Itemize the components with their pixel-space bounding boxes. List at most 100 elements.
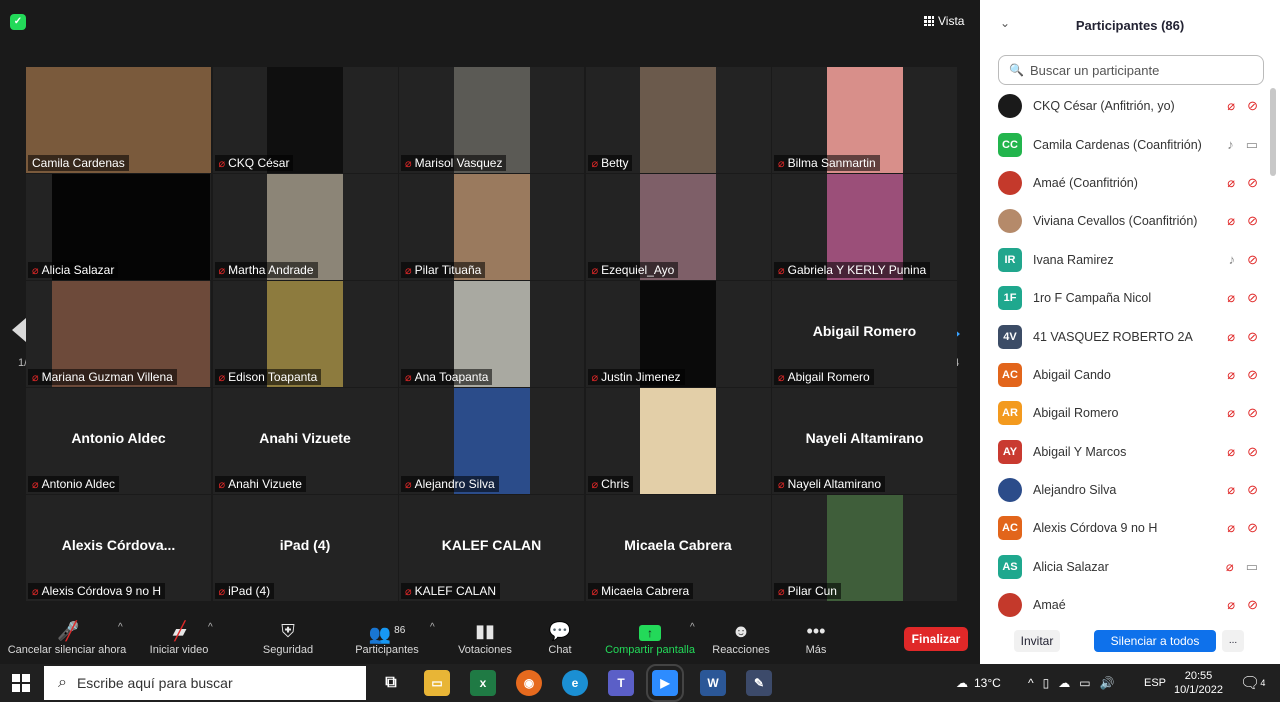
participant-row[interactable]: AS Alicia Salazar ⌀ ▭ xyxy=(980,548,1272,586)
video-tile[interactable]: Camila Cardenas xyxy=(26,67,211,173)
video-tile[interactable]: ⌀ Edison Toapanta xyxy=(212,281,398,387)
video-tile[interactable]: ⌀ Pilar Tituaña xyxy=(399,174,584,280)
volume-icon[interactable]: 🔊 xyxy=(1100,676,1115,690)
video-tile[interactable]: iPad (4) ⌀ iPad (4) xyxy=(212,495,398,601)
panel-more-button[interactable]: ... xyxy=(1222,630,1244,652)
video-tile[interactable]: ⌀ Justin Jimenez xyxy=(585,281,771,387)
participant-row[interactable]: Viviana Cevallos (Coanfitrión) ⌀ ⊘ xyxy=(980,202,1272,240)
encryption-shield-icon[interactable]: ✓ xyxy=(10,14,26,30)
network-icon[interactable]: ▭ xyxy=(1079,676,1090,690)
tile-name-text: Alicia Salazar xyxy=(41,263,115,277)
tile-name-label: Camila Cardenas xyxy=(28,155,129,171)
mic-muted-icon: ⌀ xyxy=(1227,98,1236,114)
tile-name-label: ⌀ KALEF CALAN xyxy=(401,583,500,599)
video-tile[interactable]: ⌀ Alejandro Silva xyxy=(399,388,584,494)
taskbar-search-input[interactable] xyxy=(76,675,347,691)
video-tile[interactable]: ⌀ Ezequiel_Ayo xyxy=(585,174,771,280)
start-video-button[interactable]: ▰╱ Iniciar video ^ xyxy=(144,618,214,656)
video-tile[interactable]: ⌀ Gabriela Y KERLY Punina xyxy=(772,174,957,280)
battery-icon[interactable]: ▯ xyxy=(1043,676,1050,690)
video-tile[interactable]: Abigail Romero ⌀ Abigail Romero xyxy=(772,281,957,387)
participant-search-field[interactable]: 🔍 xyxy=(998,55,1264,85)
video-tile[interactable]: Nayeli Altamirano ⌀ Nayeli Altamirano xyxy=(772,388,957,494)
previous-page-arrow-icon[interactable] xyxy=(12,318,26,342)
chevron-up-icon[interactable]: ^ xyxy=(1028,676,1034,690)
system-tray-icons[interactable]: ^ ▯ ☁ ▭ 🔊 xyxy=(1028,664,1115,702)
date: 10/1/2022 xyxy=(1174,684,1223,696)
end-meeting-button[interactable]: Finalizar xyxy=(904,627,968,651)
word-icon[interactable]: W xyxy=(700,670,726,696)
share-screen-button[interactable]: ↑ Compartir pantalla ^ xyxy=(600,618,700,656)
video-tile[interactable]: Micaela Cabrera ⌀ Micaela Cabrera xyxy=(585,495,771,601)
zoom-taskbar-icon[interactable]: ▶ xyxy=(646,664,684,702)
tile-name-text: Pilar Cun xyxy=(787,584,837,598)
excel-icon[interactable]: x xyxy=(470,670,496,696)
security-button[interactable]: ⛨ Seguridad xyxy=(258,618,318,656)
video-tile[interactable]: Alexis Córdova... ⌀ Alexis Córdova 9 no H xyxy=(26,495,211,601)
video-tile[interactable]: ⌀ Bilma Sanmartin xyxy=(772,67,957,173)
notifications-icon[interactable]: 🗨 4 xyxy=(1240,664,1265,702)
participant-row[interactable]: Amaé ⌀ ⊘ xyxy=(980,586,1272,617)
share-screen-label: Compartir pantalla xyxy=(605,644,695,656)
video-tile[interactable]: KALEF CALAN ⌀ KALEF CALAN xyxy=(399,495,584,601)
participant-row[interactable]: AC Alexis Córdova 9 no H ⌀ ⊘ xyxy=(980,509,1272,547)
chat-button[interactable]: 💬 Chat xyxy=(538,618,582,656)
invite-button[interactable]: Invitar xyxy=(1014,630,1060,652)
tile-display-name: Nayeli Altamirano xyxy=(805,430,924,446)
video-tile[interactable]: Antonio Aldec ⌀ Antonio Aldec xyxy=(26,388,211,494)
video-tile[interactable]: ⌀ Chris xyxy=(585,388,771,494)
onedrive-cloud-icon[interactable]: ☁ xyxy=(1058,676,1070,690)
edge-icon[interactable]: e xyxy=(562,670,588,696)
participants-label: Participantes xyxy=(355,644,419,656)
tile-name-label: ⌀ Justin Jimenez xyxy=(587,369,685,385)
participants-button[interactable]: 👥 86 Participantes ^ xyxy=(350,618,435,656)
participant-row[interactable]: 1F 1ro F Campaña Nicol ⌀ ⊘ xyxy=(980,279,1272,317)
video-options-chevron-icon[interactable]: ^ xyxy=(208,622,213,633)
video-tile[interactable]: ⌀ Marisol Vasquez xyxy=(399,67,584,173)
participant-list-scrollbar[interactable] xyxy=(1270,88,1276,176)
video-tile[interactable]: ⌀ Alicia Salazar xyxy=(26,174,211,280)
participant-search-input[interactable] xyxy=(1029,62,1260,78)
mute-all-button[interactable]: Silenciar a todos xyxy=(1094,630,1216,652)
app-icon[interactable]: ✎ xyxy=(746,670,772,696)
firefox-icon[interactable]: ◉ xyxy=(516,670,542,696)
participant-row[interactable]: 4V 41 VASQUEZ ROBERTO 2A ⌀ ⊘ xyxy=(980,317,1272,355)
participant-name: Ivana Ramirez xyxy=(1033,252,1114,267)
video-tile[interactable]: ⌀ CKQ César xyxy=(212,67,398,173)
tile-name-text: Bilma Sanmartin xyxy=(787,156,876,170)
participant-row[interactable]: AC Abigail Cando ⌀ ⊘ xyxy=(980,356,1272,394)
tile-name-label: ⌀ Alejandro Silva xyxy=(401,476,499,492)
mic-muted-icon: ⌀ xyxy=(218,371,226,384)
task-view-icon[interactable]: ⧉ xyxy=(378,670,404,696)
video-tile[interactable]: ⌀ Betty xyxy=(585,67,771,173)
video-tile[interactable]: ⌀ Mariana Guzman Villena xyxy=(26,281,211,387)
video-tile[interactable]: ⌀ Martha Andrade xyxy=(212,174,398,280)
file-explorer-icon[interactable]: ▭ xyxy=(424,670,450,696)
windows-start-icon[interactable] xyxy=(12,674,30,692)
participant-row[interactable]: Amaé (Coanfitrión) ⌀ ⊘ xyxy=(980,164,1272,202)
video-tile[interactable]: ⌀ Ana Toapanta xyxy=(399,281,584,387)
participant-row[interactable]: AR Abigail Romero ⌀ ⊘ xyxy=(980,394,1272,432)
tile-name-label: ⌀ Alexis Córdova 9 no H xyxy=(28,583,166,599)
participant-row[interactable]: IR Ivana Ramirez ♪ ⊘ xyxy=(980,241,1272,279)
video-tile[interactable]: ⌀ Pilar Cun xyxy=(772,495,957,601)
language-indicator[interactable]: ESP xyxy=(1144,664,1166,702)
teams-icon[interactable]: T xyxy=(608,670,634,696)
weather-widget[interactable]: ☁ 13°C xyxy=(956,664,1001,702)
share-options-chevron-icon[interactable]: ^ xyxy=(690,622,695,633)
more-button[interactable]: ••• Más xyxy=(800,618,832,656)
reactions-button[interactable]: ☻ Reacciones xyxy=(710,618,772,656)
participants-options-chevron-icon[interactable]: ^ xyxy=(430,622,435,633)
polls-button[interactable]: ▮▮ Votaciones xyxy=(454,618,516,656)
participant-row[interactable]: Alejandro Silva ⌀ ⊘ xyxy=(980,471,1272,509)
clock[interactable]: 20:55 10/1/2022 xyxy=(1174,664,1223,702)
video-tile[interactable]: Anahi Vizuete ⌀ Anahi Vizuete xyxy=(212,388,398,494)
participant-row[interactable]: CC Camila Cardenas (Coanfitrión) ♪ ▭ xyxy=(980,125,1272,163)
participant-row[interactable]: CKQ César (Anfitrión, yo) ⌀ ⊘ xyxy=(980,87,1272,125)
mic-muted-icon: ⌀ xyxy=(778,371,785,384)
audio-options-chevron-icon[interactable]: ^ xyxy=(118,622,123,633)
view-button[interactable]: Vista xyxy=(924,14,964,28)
taskbar-search-box[interactable]: ⌕ xyxy=(44,666,366,700)
unmute-button[interactable]: 🎤╱ Cancelar silenciar ahora ^ xyxy=(6,618,128,656)
participant-row[interactable]: AY Abigail Y Marcos ⌀ ⊘ xyxy=(980,433,1272,471)
